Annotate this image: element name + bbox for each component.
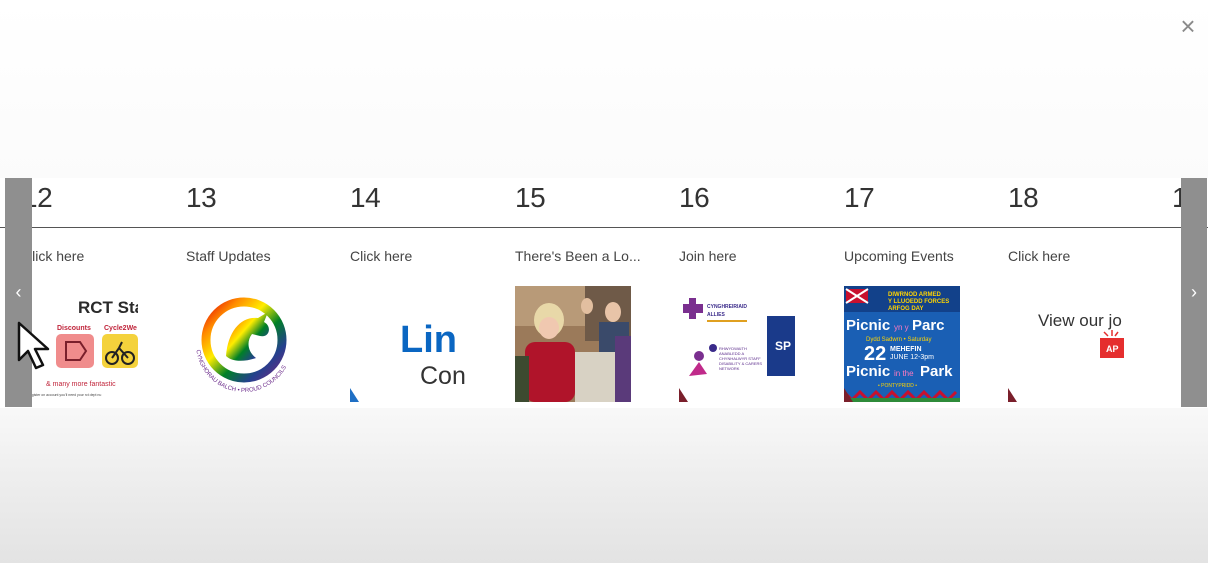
tile-18[interactable]: 18 Click here View our jo AP — [1008, 178, 1153, 407]
thumbnail-linkedin: Lin Con — [350, 286, 466, 402]
mouse-pointer-icon — [17, 321, 50, 370]
picnic-month-cy: MEHEFIN — [890, 346, 922, 353]
network-text: RHWYDWAITH ANABLEDD A CHYNHALWYR STAFF D… — [719, 346, 763, 371]
thumbnail-view-our-jobs: View our jo AP — [1008, 286, 1124, 402]
thumbnail-picnic-in-the-park: DIWRNOD ARMED Y LLUOEDD FORCES ARFOG DAY… — [844, 286, 960, 402]
corner-flag — [679, 388, 688, 402]
carousel-previous-button[interactable]: ‹ — [5, 178, 32, 407]
picnic-header-line3: ARFOG DAY — [888, 306, 923, 312]
linkedin-heading: Lin — [400, 319, 457, 361]
allies-sp-text: SP — [775, 339, 791, 353]
linkedin-subheading: Con — [420, 362, 466, 390]
rct-discounts-label: Discounts — [57, 325, 91, 332]
discount-tag-icon — [56, 334, 94, 368]
corner-flag — [1008, 388, 1017, 402]
carousel-next-button[interactable]: › — [1181, 178, 1207, 407]
background-top — [0, 0, 1208, 180]
picnic-location: • PONTYPRIDD • — [878, 383, 917, 389]
tile-label: Join here — [679, 248, 737, 264]
picnic-date: 22 — [864, 343, 886, 365]
tile-label: Click here — [350, 248, 413, 264]
tile-label: There's Been a Lo... — [515, 248, 641, 264]
tile-label: Click here — [22, 248, 85, 264]
thumbnail-allies-network: CYNGHREIRIAID ALLIES RHWYDWAITH ANABLEDD… — [679, 286, 795, 402]
tile-17[interactable]: 17 Upcoming Events DIWRNOD ARMED Y LLUOE… — [844, 178, 989, 407]
rct-cycle-label: Cycle2We — [104, 325, 137, 332]
tile-number: 17 — [844, 182, 875, 213]
tile-12[interactable]: 12 Click here RCT Sta Discounts Cycle2We… — [22, 178, 167, 407]
allies-subtitle: ALLIES — [707, 312, 725, 318]
thumbnail-proud-councils: CYNGHORAU BALCH • PROUD COUNCILS — [186, 286, 302, 402]
tile-number: 16 — [679, 182, 710, 213]
rct-title: RCT Sta — [78, 298, 138, 317]
allies-title: CYNGHREIRIAID — [707, 304, 747, 310]
tile-number: 15 — [515, 182, 546, 213]
chevron-left-icon: ‹ — [15, 282, 22, 302]
picnic-title-cy-mid: yn y — [894, 323, 909, 332]
picnic-title-cy-end: Parc — [912, 317, 945, 334]
picnic-title-en: Picnic — [846, 363, 890, 380]
picnic-title-cy: Picnic — [846, 317, 890, 334]
tile-label: Staff Updates — [186, 248, 271, 264]
close-icon[interactable]: × — [1176, 13, 1200, 39]
tile-14[interactable]: 14 Click here Lin Con — [350, 178, 495, 407]
apply-button-text: AP — [1106, 344, 1119, 354]
background-blur — [0, 405, 1208, 563]
tile-label: Upcoming Events — [844, 248, 954, 264]
picnic-title-en-end: Park — [920, 363, 953, 380]
picnic-header-line1: DIWRNOD ARMED — [888, 292, 941, 298]
rct-small-print: To register on account you'll need your … — [24, 393, 101, 397]
rct-footer: & many more fantastic — [46, 381, 116, 388]
corner-flag — [844, 388, 853, 402]
picnic-title-en-mid: in the — [894, 369, 914, 378]
tile-number: 18 — [1008, 182, 1039, 213]
tile-label: Click here — [1008, 248, 1071, 264]
chevron-right-icon: › — [1191, 282, 1197, 302]
picnic-month-en: JUNE 12-3pm — [890, 354, 934, 361]
tile-number: 14 — [350, 182, 381, 213]
tile-16[interactable]: 16 Join here CYNGHREIRIAID ALLIES RHWYDW… — [679, 178, 824, 407]
picnic-header-line2: Y LLUOEDD FORCES — [888, 299, 949, 305]
tile-15[interactable]: 15 There's Been a Lo... — [515, 178, 660, 407]
corner-flag — [350, 388, 359, 402]
tile-13[interactable]: 13 Staff Updates CYNGHORAU BALCH • PROUD… — [186, 178, 331, 407]
jobs-text: View our jo — [1038, 311, 1122, 330]
tile-number: 13 — [186, 182, 217, 213]
thumbnail-event-photo — [515, 286, 631, 402]
